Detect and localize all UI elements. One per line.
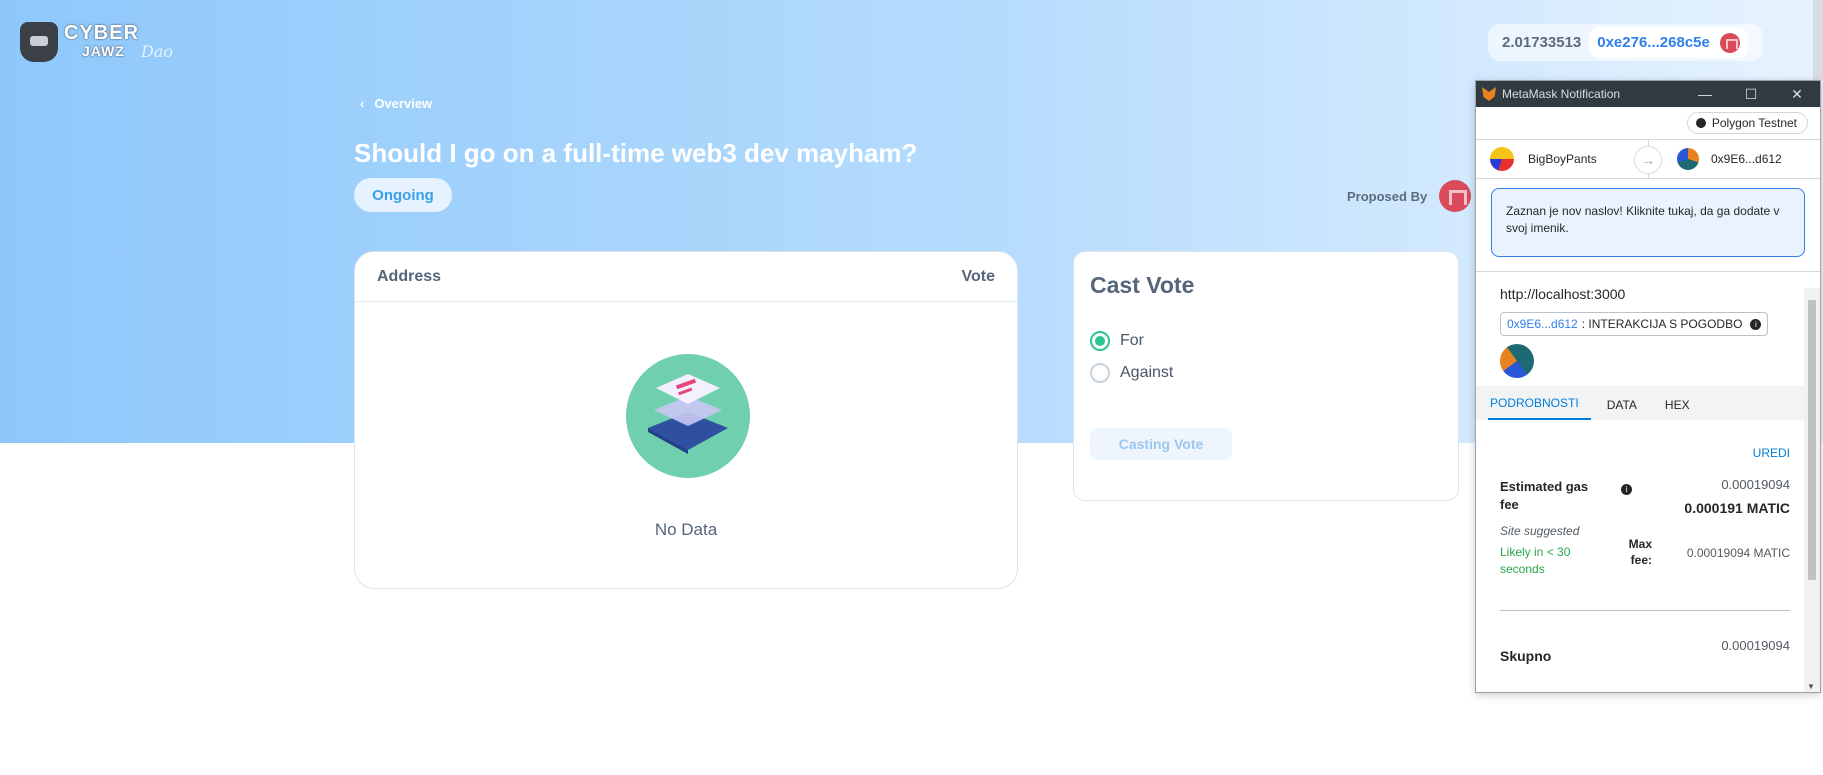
edit-gas-link[interactable]: UREDI xyxy=(1753,446,1790,460)
proposed-by: Proposed By xyxy=(1347,180,1472,212)
metamask-window: MetaMask Notification — ☐ ✕ Polygon Test… xyxy=(1475,80,1821,693)
logo-script: Dao xyxy=(141,41,174,61)
from-account-avatar xyxy=(1490,147,1514,171)
metamask-scrollbar[interactable]: ▼ xyxy=(1804,288,1820,692)
proposal-title: Should I go on a full-time web3 dev mayh… xyxy=(354,138,918,168)
total-value: 0.00019094 xyxy=(1721,638,1790,653)
to-account-avatar xyxy=(1677,148,1699,170)
likely-time: Likely in < 30 seconds xyxy=(1500,545,1571,576)
radio-against[interactable] xyxy=(1090,363,1110,383)
to-account-address[interactable]: 0x9E6...d612 xyxy=(1711,152,1782,166)
contract-action: : INTERAKCIJA S POGODBO xyxy=(1581,317,1743,331)
gas-fee-matic: 0.000191 MATIC xyxy=(1684,500,1790,516)
app-logo[interactable]: CYBER JAWZ Dao xyxy=(20,22,173,62)
network-name: Polygon Testnet xyxy=(1711,116,1797,130)
minimize-icon[interactable]: — xyxy=(1682,86,1728,103)
divider xyxy=(1500,610,1790,611)
gas-fee-label: Estimated gas fee xyxy=(1500,479,1589,512)
details-panel: UREDI Estimated gas fee i 0.00019094 0.0… xyxy=(1476,420,1820,670)
back-to-overview-link[interactable]: ‹ Overview xyxy=(360,96,432,111)
back-link-label: Overview xyxy=(374,96,433,111)
origin-url: http://localhost:3000 xyxy=(1500,286,1626,302)
scrollbar-thumb[interactable] xyxy=(1808,300,1816,580)
tab-data[interactable]: DATA xyxy=(1605,398,1649,420)
wallet-balance: 2.01733513 xyxy=(1502,34,1582,51)
column-address: Address xyxy=(377,267,442,285)
chevron-left-icon: ‹ xyxy=(360,96,365,111)
total-label: Skupno xyxy=(1500,648,1552,664)
proposer-avatar[interactable] xyxy=(1439,180,1472,212)
column-vote: Vote xyxy=(961,267,995,285)
info-icon[interactable]: i xyxy=(1750,318,1762,330)
cast-vote-card: Cast Vote For Against Casting Vote xyxy=(1073,251,1459,501)
gas-fee-value: 0.00019094 xyxy=(1721,477,1790,492)
wallet-address-button[interactable]: 0xe276...268c5e xyxy=(1589,27,1748,58)
contract-address[interactable]: 0x9E6...d612 xyxy=(1507,317,1578,331)
new-address-alert[interactable]: Zaznan je nov naslov! Kliknite tukaj, da… xyxy=(1491,188,1805,257)
close-icon[interactable]: ✕ xyxy=(1774,86,1820,103)
vote-option-label: For xyxy=(1120,332,1144,349)
radio-for[interactable] xyxy=(1090,331,1110,351)
max-fee-value: 0.00019094 MATIC xyxy=(1686,546,1790,560)
metamask-fox-icon xyxy=(1482,87,1496,101)
logo-text: CYBER JAWZ xyxy=(64,22,140,59)
network-dot-icon xyxy=(1695,118,1706,128)
cast-vote-button[interactable]: Casting Vote xyxy=(1090,428,1232,460)
contract-interaction-pill[interactable]: 0x9E6...d612 : INTERAKCIJA S POGODBO i xyxy=(1500,312,1769,336)
empty-text: No Data xyxy=(654,520,718,539)
votes-table-header: Address Vote xyxy=(355,252,1017,302)
from-account-name[interactable]: BigBoyPants xyxy=(1528,152,1597,166)
wallet-address: 0xe276...268c5e xyxy=(1597,34,1710,51)
gas-info-icon[interactable]: i xyxy=(1621,484,1632,495)
tab-hex[interactable]: HEX xyxy=(1663,398,1702,420)
metamask-titlebar: MetaMask Notification — ☐ ✕ xyxy=(1476,81,1820,107)
contract-avatar xyxy=(1500,344,1534,378)
account-transfer-row: BigBoyPants → 0x9E6...d612 xyxy=(1476,139,1820,179)
logo-icon xyxy=(20,22,58,62)
scroll-down-icon[interactable]: ▼ xyxy=(1807,682,1815,691)
tab-details[interactable]: PODROBNOSTI xyxy=(1488,396,1591,420)
vote-option-label: Against xyxy=(1120,364,1174,381)
empty-data-illustration xyxy=(626,354,750,478)
metamask-window-title: MetaMask Notification xyxy=(1502,87,1621,101)
wallet-avatar-icon xyxy=(1719,32,1740,53)
vote-option-against[interactable]: Against xyxy=(1090,363,1173,383)
vote-option-for[interactable]: For xyxy=(1090,331,1144,351)
cast-vote-title: Cast Vote xyxy=(1090,272,1195,298)
maximize-icon[interactable]: ☐ xyxy=(1728,86,1774,103)
arrow-right-icon: → xyxy=(1634,146,1662,174)
max-fee-label: Max fee: xyxy=(1628,537,1652,567)
network-selector[interactable]: Polygon Testnet xyxy=(1686,112,1808,134)
site-suggested: Site suggested xyxy=(1500,524,1580,538)
proposed-by-label: Proposed By xyxy=(1347,188,1428,204)
page-scrollbar[interactable] xyxy=(1813,0,1823,80)
status-badge: Ongoing xyxy=(354,178,452,212)
wallet-widget[interactable]: 2.01733513 0xe276...268c5e xyxy=(1488,24,1763,61)
details-tabs: PODROBNOSTI DATA HEX xyxy=(1476,386,1820,420)
votes-table: Address Vote No Data xyxy=(354,251,1018,589)
